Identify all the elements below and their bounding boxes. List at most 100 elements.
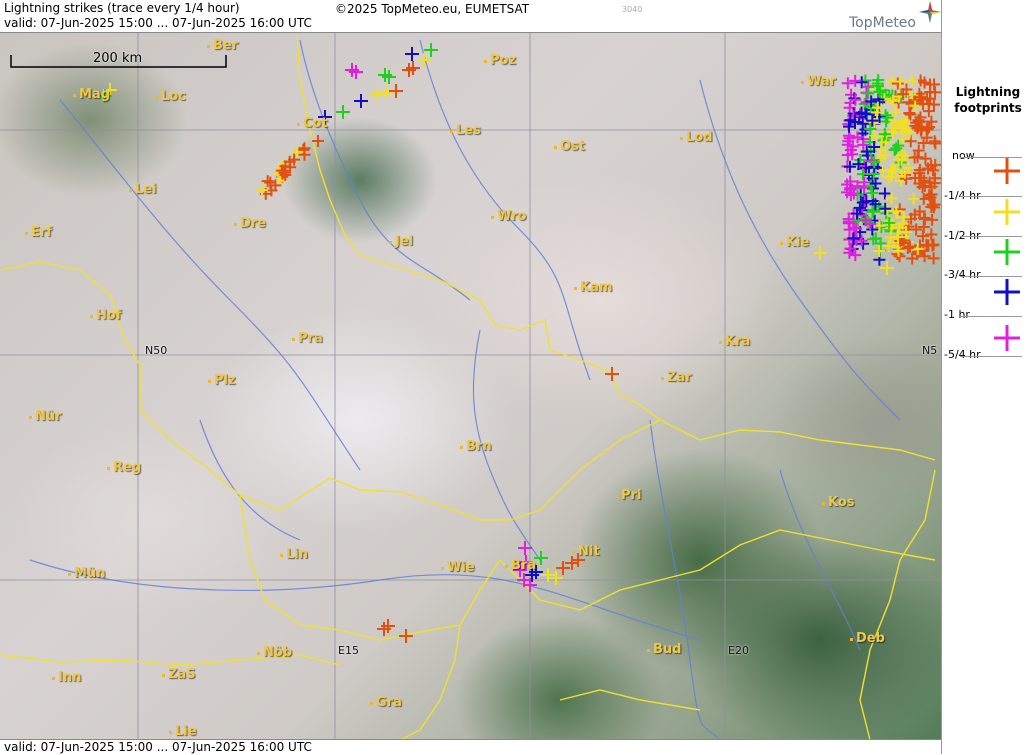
city-marker-dot (661, 377, 664, 380)
city-pri[interactable]: Pri (615, 488, 641, 503)
city-erf[interactable]: Erf (25, 225, 52, 240)
grid-label-e20: E20 (728, 644, 749, 657)
lightning-strike (354, 94, 368, 108)
lightning-strike (370, 88, 384, 102)
lightning-strike (849, 74, 862, 87)
city-marker-dot (719, 341, 722, 344)
lightning-strike (843, 160, 856, 173)
country-border (559, 689, 701, 711)
grid-label-n50-right: N5 (922, 344, 938, 357)
lightning-strike (904, 135, 917, 148)
city-marker-dot (25, 232, 28, 235)
city-marker-dot (441, 567, 444, 570)
map-header: Lightning strikes (trace every 1/4 hour)… (0, 0, 941, 33)
copyright-text: ©2025 TopMeteo.eu, EUMETSAT (335, 2, 530, 16)
country-border (399, 624, 461, 741)
map-footer: valid: 07-Jun-2025 15:00 ... 07-Jun-2025… (0, 739, 941, 755)
city-lie[interactable]: Lie (169, 724, 197, 739)
river-line (59, 99, 361, 471)
city-deb[interactable]: Deb (850, 631, 885, 646)
city-dre[interactable]: Dre (234, 216, 266, 231)
city-les[interactable]: Les (450, 123, 481, 138)
valid-time-footer: valid: 07-Jun-2025 15:00 ... 07-Jun-2025… (4, 740, 312, 754)
city-ber[interactable]: Ber (207, 38, 238, 53)
legend-cross-symbol (994, 158, 1020, 184)
city-reg[interactable]: Reg (107, 460, 141, 475)
city-lin[interactable]: Lin (280, 547, 308, 562)
city-marker-dot (822, 502, 825, 505)
city-brn[interactable]: Brn (460, 439, 492, 454)
city-marker-dot (90, 315, 93, 318)
map-overlay (0, 32, 941, 741)
country-border (0, 261, 661, 521)
city-marker-dot (801, 81, 804, 84)
legend-cross-symbol (994, 325, 1020, 351)
city-jel[interactable]: Jel (389, 234, 413, 249)
lightning-strike (929, 137, 941, 150)
city-gra[interactable]: Gra (370, 695, 402, 710)
lightning-strike (906, 74, 919, 87)
lightning-strike (893, 250, 906, 263)
city-marker-dot (155, 96, 158, 99)
city-kam[interactable]: Kam (574, 280, 612, 295)
city-loc[interactable]: Loc (155, 89, 186, 104)
city-bud[interactable]: Bud (647, 642, 681, 657)
city-marker-dot (450, 130, 453, 133)
city-lod[interactable]: Lod (680, 130, 713, 145)
city-marker-dot (169, 731, 172, 734)
country-border (296, 34, 936, 461)
city-bra[interactable]: Bra (505, 558, 536, 573)
city-kie[interactable]: Kie (780, 235, 809, 250)
city-marker-dot (52, 677, 55, 680)
city-mag[interactable]: Mag (73, 87, 110, 102)
legend-symbols (994, 158, 1020, 351)
valid-time-header: valid: 07-Jun-2025 15:00 ... 07-Jun-2025… (4, 16, 312, 30)
city-inn[interactable]: Inn (52, 670, 81, 685)
lightning-strike (919, 152, 932, 165)
lightning-strike (424, 43, 438, 57)
city-kra[interactable]: Kra (719, 334, 750, 349)
city-mun[interactable]: Mün (68, 566, 105, 581)
city-wro[interactable]: Wro (491, 209, 526, 224)
city-zar[interactable]: Zar (661, 370, 692, 385)
city-poz[interactable]: Poz (484, 53, 516, 68)
city-marker-dot (389, 241, 392, 244)
map-title: Lightning strikes (trace every 1/4 hour) (4, 1, 240, 15)
city-marker-dot (647, 649, 650, 652)
city-marker-dot (280, 554, 283, 557)
city-marker-dot (572, 551, 575, 554)
city-lei[interactable]: Lei (129, 182, 157, 197)
city-kos[interactable]: Kos (822, 495, 855, 510)
legend-cross-symbol (994, 239, 1020, 265)
city-cot[interactable]: Cot (297, 116, 328, 131)
lightning-strike (605, 367, 619, 381)
lightning-strike (549, 571, 563, 585)
lightning-strike (894, 75, 907, 88)
product-code: 3040 (622, 5, 643, 14)
city-marker-dot (460, 446, 463, 449)
legend-cross-symbol (994, 199, 1020, 225)
city-plz[interactable]: Plz (208, 373, 236, 388)
lightning-strike (926, 213, 939, 226)
lightning-strike (911, 151, 924, 164)
legend-panel: Lightning footprints now -1/4 hr -1/2 hr… (941, 0, 1033, 754)
lightning-strike (910, 223, 923, 236)
lightning-strike (389, 84, 403, 98)
city-pra[interactable]: Pra (292, 331, 323, 346)
city-nur[interactable]: Nür (29, 409, 62, 424)
city-war[interactable]: War (801, 74, 836, 89)
city-hof[interactable]: Hof (90, 308, 121, 323)
city-nob[interactable]: Nöb (257, 645, 292, 660)
city-marker-dot (615, 495, 618, 498)
city-marker-dot (554, 146, 557, 149)
city-ost[interactable]: Ost (554, 139, 585, 154)
grid-label-n50: N50 (145, 344, 168, 357)
topmeteo-logo-text[interactable]: TopMeteo (849, 15, 916, 31)
city-zas[interactable]: ZaS (162, 667, 196, 682)
city-wie[interactable]: Wie (441, 560, 475, 575)
lightning-strike (907, 192, 920, 205)
topmeteo-logo-icon (919, 1, 941, 23)
lightning-strike (855, 234, 868, 247)
city-nit[interactable]: Nit (572, 544, 600, 559)
legend-cross-symbol (994, 279, 1020, 305)
